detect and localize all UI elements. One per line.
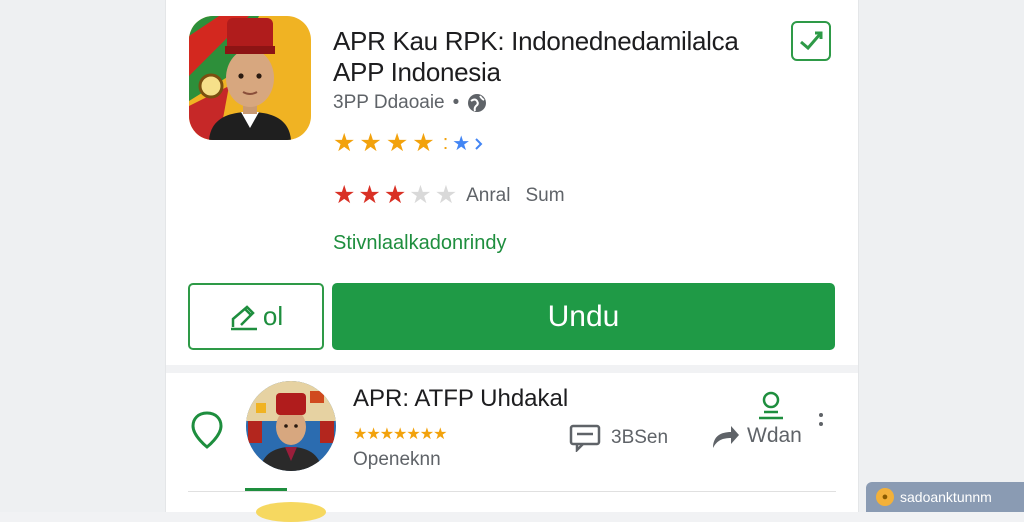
rating-stars-primary: ★ ★ ★ ★ : ★ <box>333 131 484 156</box>
install-button-label: Undu <box>547 299 620 333</box>
section-divider <box>166 365 858 373</box>
app-title-line1: APR Kau RPK: Indonednedamilalca <box>333 26 739 56</box>
watermark-text: sadoanktunnm <box>900 489 992 505</box>
recommended-app-stars: ★★★★★★★ <box>353 426 447 443</box>
star-icon: ★ <box>358 181 381 209</box>
star-icon: ★ <box>359 129 382 157</box>
developer-name[interactable]: 3PP Ddaoaie <box>333 92 445 114</box>
person-icon[interactable] <box>756 390 786 420</box>
comment-button[interactable]: 3BSen <box>569 424 668 452</box>
left-gutter <box>0 0 165 512</box>
dev-separator: • <box>452 92 460 113</box>
comment-icon <box>569 424 601 452</box>
app-title: APR Kau RPK: Indonednedamilalca APP Indo… <box>333 26 773 88</box>
more-vert-icon[interactable] <box>819 413 823 426</box>
rating-label-2: Sum <box>525 184 565 206</box>
recommended-app-title[interactable]: APR: ATFP Uhdakal <box>353 385 568 413</box>
share-icon <box>713 426 739 448</box>
developer-row[interactable]: 3PP Ddaoaie • <box>333 92 487 114</box>
star-icon: ★ <box>412 129 435 157</box>
right-gutter <box>858 0 1024 512</box>
location-pin-icon[interactable] <box>190 410 224 450</box>
check-icon <box>800 31 823 51</box>
rating-stars-secondary: ★ ★ ★ ★ ★ Anral Sum <box>333 183 565 208</box>
watermark-badge: ● sadoanktunnm <box>866 482 1024 512</box>
app-icon[interactable] <box>189 16 311 140</box>
app-details-panel: APR Kau RPK: Indonednedamilalca APP Indo… <box>165 0 859 522</box>
pencil-icon <box>230 304 257 330</box>
blue-star-icon: ★ <box>452 133 471 155</box>
app-title-line2: APP Indonesia <box>333 57 501 87</box>
comment-label: 3BSen <box>611 427 669 448</box>
star-icon: ★ <box>383 181 407 209</box>
chevron-right-icon[interactable] <box>474 137 484 151</box>
share-button[interactable]: Wdan <box>709 422 802 450</box>
globe-icon[interactable] <box>467 93 487 113</box>
rating-label: Anral <box>466 184 511 206</box>
star-empty-icon: ★ <box>409 181 432 209</box>
star-empty-icon: ★ <box>434 181 458 209</box>
edit-button-label: ol <box>262 301 284 331</box>
star-icon: ★ <box>385 129 409 157</box>
install-button[interactable]: Undu <box>332 283 835 350</box>
recommended-app-subtitle: Openeknn <box>353 449 441 470</box>
similar-apps-link[interactable]: Stivnlaalkadonrindy <box>333 232 506 255</box>
dot-separator: : <box>442 132 449 154</box>
share-label: Wdan <box>747 424 802 447</box>
list-divider <box>188 491 836 492</box>
edit-button[interactable]: ol <box>188 283 324 350</box>
star-icon: ★ <box>333 129 356 157</box>
recommended-app-avatar[interactable] <box>246 381 336 471</box>
star-icon: ★ <box>333 181 356 209</box>
watermark-logo-icon: ● <box>876 488 894 506</box>
next-item-avatar[interactable] <box>256 502 326 522</box>
installed-check-button[interactable] <box>791 21 831 61</box>
